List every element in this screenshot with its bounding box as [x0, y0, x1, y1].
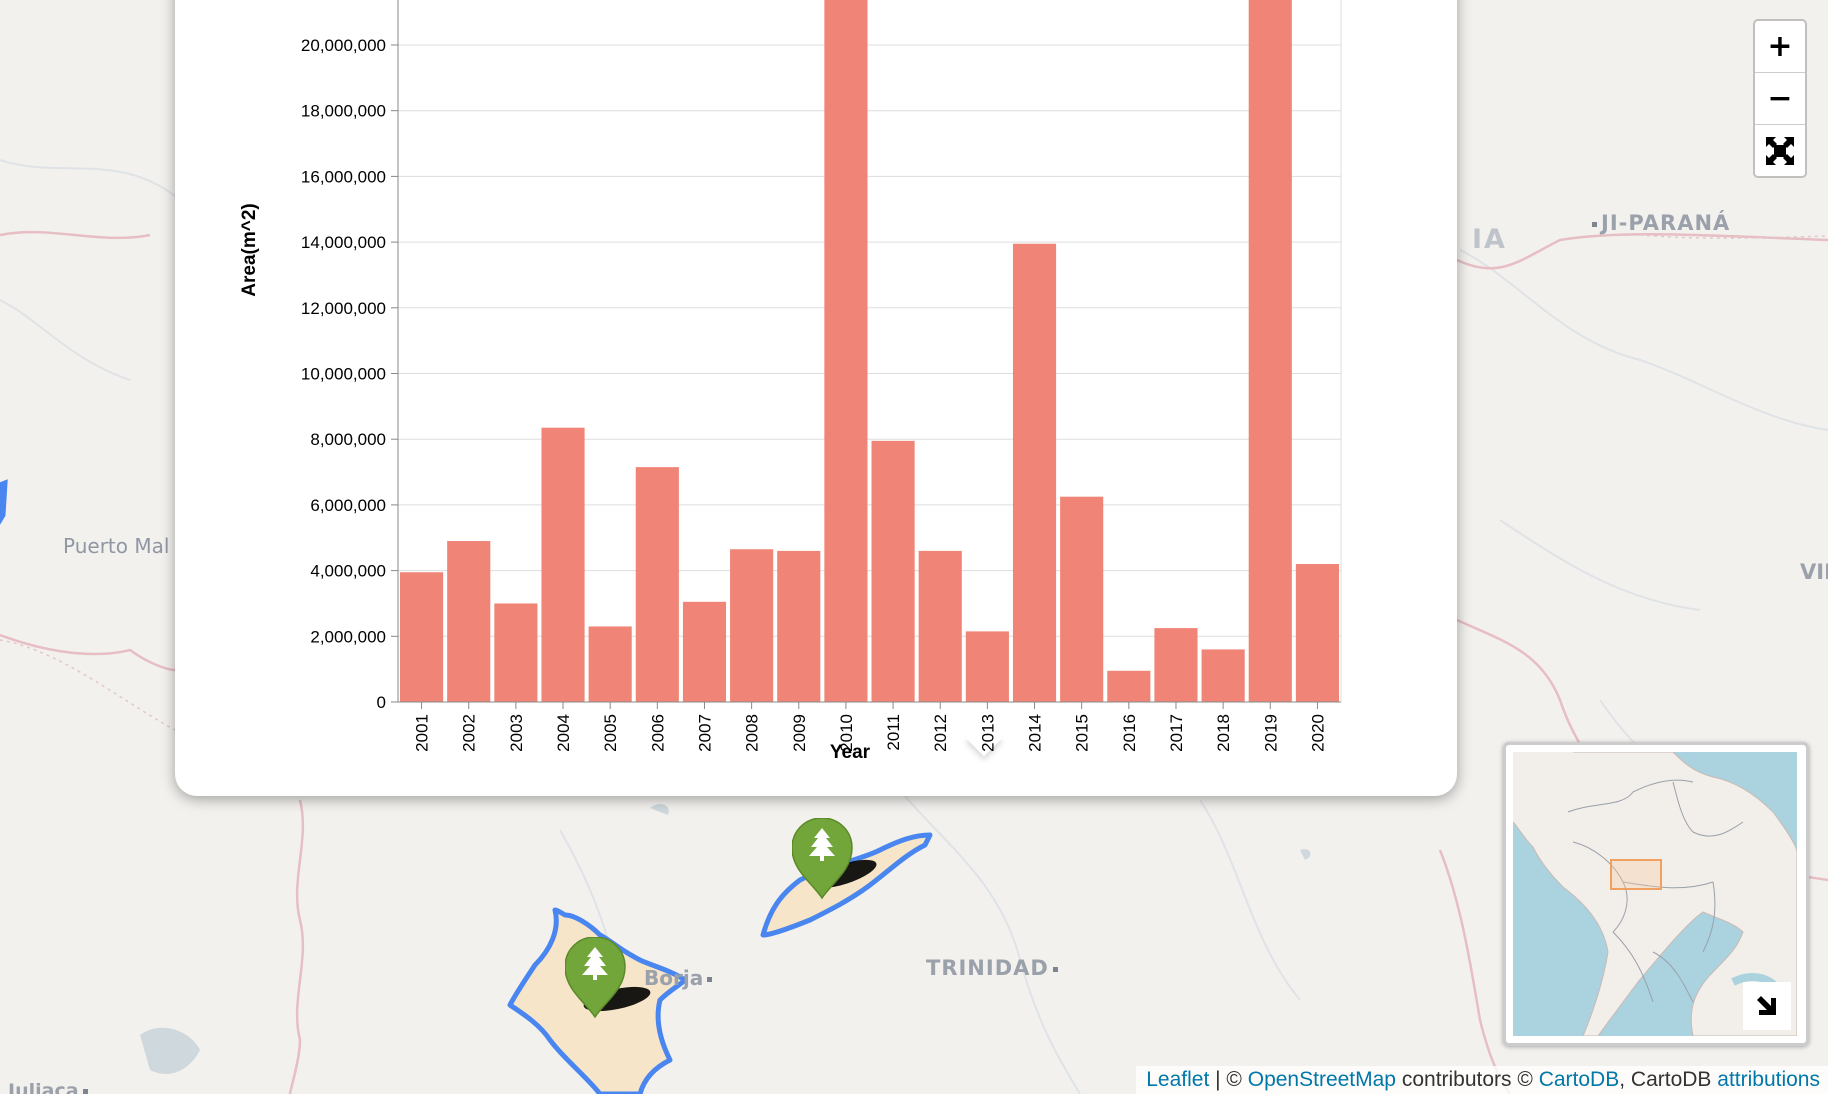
y-tick-label: 16,000,000 [301, 167, 386, 186]
bar-2018[interactable] [1201, 649, 1245, 702]
x-tick-label: 2004 [554, 714, 573, 752]
bar-2011[interactable] [871, 440, 915, 702]
bar-2019[interactable] [1248, 0, 1292, 703]
x-tick-label: 2008 [743, 714, 762, 752]
x-tick-label: 2003 [507, 714, 526, 752]
y-tick-label: 12,000,000 [301, 299, 386, 318]
bar-2006[interactable] [635, 467, 679, 702]
bar-2005[interactable] [588, 626, 632, 702]
map-label-partial-ia: IA [1472, 224, 1507, 255]
x-tick-label: 2012 [931, 714, 950, 752]
y-tick-label: 2,000,000 [310, 627, 386, 646]
x-tick-label: 2017 [1167, 714, 1186, 752]
bar-2010[interactable] [824, 0, 868, 703]
attribution-contributors-text: contributors © [1396, 1068, 1539, 1091]
fullscreen-button[interactable] [1755, 125, 1805, 176]
zoom-out-button[interactable]: − [1755, 73, 1805, 125]
minimap-toggle-button[interactable] [1743, 982, 1791, 1030]
openstreetmap-link[interactable]: OpenStreetMap [1248, 1068, 1396, 1091]
forest-marker-east[interactable] [791, 817, 877, 900]
x-tick-label: 2006 [648, 714, 667, 752]
y-tick-label: 18,000,000 [301, 102, 386, 121]
bar-2009[interactable] [777, 550, 821, 702]
x-tick-label: 2020 [1308, 714, 1327, 752]
x-tick-label: 2014 [1026, 714, 1045, 752]
bar-2020[interactable] [1295, 564, 1339, 702]
bar-2001[interactable] [400, 572, 444, 702]
fullscreen-icon [1766, 136, 1794, 165]
bar-2004[interactable] [541, 427, 585, 702]
map-label-juliaca: Juliaca [8, 1080, 88, 1094]
x-tick-label: 2016 [1120, 714, 1139, 752]
bar-2017[interactable] [1154, 628, 1198, 702]
x-tick-label: 2019 [1261, 714, 1280, 752]
bar-2013[interactable] [965, 631, 1009, 702]
attributions-link[interactable]: attributions [1717, 1068, 1820, 1091]
zoom-control: + − [1753, 19, 1807, 178]
leaflet-link[interactable]: Leaflet [1146, 1068, 1209, 1091]
cartodb-link[interactable]: CartoDB [1539, 1068, 1620, 1091]
map-label-ji-parana: JI-PARANÁ [1592, 211, 1730, 235]
minimap-view-rect [1610, 859, 1662, 890]
bar-2007[interactable] [682, 601, 727, 702]
x-axis-title: Year [830, 742, 871, 763]
chart-popup: 0 2,000,000 4,000,000 6,000,000 8,000,000 10,… [175, 0, 1457, 796]
y-tick-label: 8,000,000 [310, 430, 386, 449]
x-tick-label: 2002 [460, 714, 479, 752]
y-tick-label: 6,000,000 [310, 496, 386, 515]
y-axis-title: Area(m^2) [239, 203, 260, 296]
arrow-down-right-icon [1757, 996, 1776, 1015]
y-tick-label: 0 [377, 693, 386, 712]
map-label-puerto-maldonado: Puerto Mal [63, 534, 170, 558]
x-tick-label: 2001 [413, 714, 432, 752]
x-tick-label: 2015 [1073, 714, 1092, 752]
bar-2014[interactable] [1012, 243, 1057, 702]
attribution-separator: | © [1209, 1068, 1248, 1091]
y-tick-label: 10,000,000 [301, 365, 386, 384]
x-tick-label: 2011 [884, 714, 903, 751]
x-tick-label: 2018 [1214, 714, 1233, 752]
y-tick-label: 14,000,000 [301, 233, 386, 252]
bar-2015[interactable] [1060, 496, 1104, 702]
minimap-view[interactable] [1513, 752, 1797, 1036]
x-tick-label: 2009 [790, 714, 809, 752]
attribution: Leaflet | © OpenStreetMap contributors ©… [1136, 1066, 1828, 1094]
bar-2012[interactable] [918, 550, 962, 702]
map-label-partial-vil: VIL [1800, 560, 1828, 584]
x-tick-label: 2005 [601, 714, 620, 752]
bar-2003[interactable] [494, 603, 538, 702]
x-tick-label: 2013 [978, 714, 997, 752]
map-label-trinidad: TRINIDAD [926, 956, 1058, 980]
zoom-in-button[interactable]: + [1755, 21, 1805, 73]
x-tick-label: 2007 [695, 714, 714, 752]
area-bar-chart: 0 2,000,000 4,000,000 6,000,000 8,000,000 10,… [239, 0, 1342, 763]
bar-2008[interactable] [730, 549, 774, 702]
map-canvas[interactable]: JI-PARANÁ IA Puerto Mal VIL Borja TRINID… [0, 0, 1828, 1094]
bar-2016[interactable] [1107, 670, 1151, 702]
attribution-cartodb-text: , CartoDB [1619, 1068, 1718, 1091]
y-tick-label: 20,000,000 [301, 36, 386, 55]
forest-marker-west[interactable] [564, 936, 651, 1019]
y-tick-label: 4,000,000 [310, 562, 386, 581]
bar-2002[interactable] [447, 541, 491, 702]
minimap[interactable] [1503, 742, 1809, 1046]
